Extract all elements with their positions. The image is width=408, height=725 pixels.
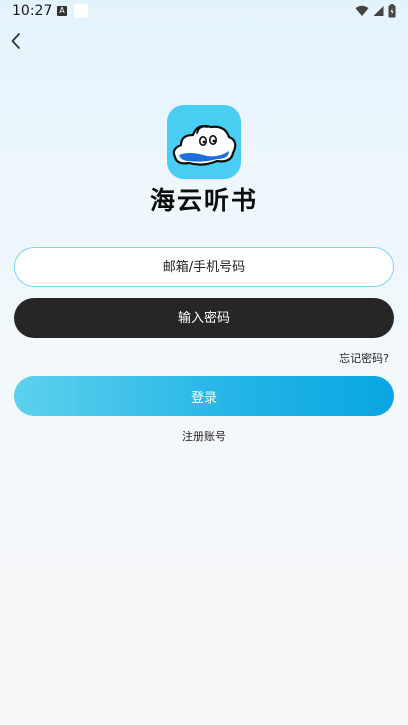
status-bar: 10:27 A <box>0 0 408 24</box>
status-time: 10:27 <box>12 3 53 19</box>
forgot-password-link[interactable]: 忘记密码? <box>339 350 389 366</box>
notification-a-icon: A <box>57 6 67 16</box>
status-icons <box>355 4 396 18</box>
back-button[interactable] <box>6 30 28 52</box>
cell-signal-icon <box>373 6 384 16</box>
register-link-row: 注册账号 <box>0 428 408 444</box>
wifi-icon <box>355 5 369 16</box>
password-input[interactable] <box>14 298 394 338</box>
battery-icon <box>388 4 396 18</box>
register-link[interactable]: 注册账号 <box>182 430 226 443</box>
chevron-left-icon <box>11 33 20 49</box>
app-logo <box>167 105 241 179</box>
login-button[interactable]: 登录 <box>14 376 394 416</box>
email-phone-input[interactable] <box>14 247 394 287</box>
notification-app-icon <box>74 4 88 18</box>
cloud-mascot-logo-icon <box>172 124 237 166</box>
app-name: 海云听书 <box>149 186 258 215</box>
